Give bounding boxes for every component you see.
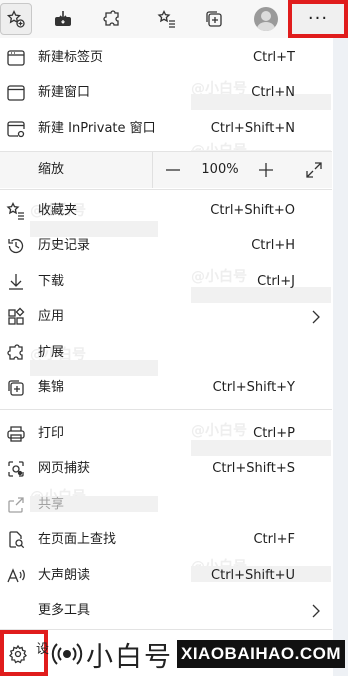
chevron-right-icon [309, 603, 323, 619]
menu-item-favorites[interactable]: 收藏夹 Ctrl+Shift+O [0, 193, 332, 229]
watermark-brand: 小白号 XIAOBAIHAO.COM [50, 632, 345, 676]
zoom-row: 缩放 100% [0, 152, 332, 188]
menu-item-more-tools[interactable]: 更多工具 [0, 593, 332, 629]
favorites-icon [6, 201, 26, 221]
settings-label: 设 [36, 642, 50, 657]
brand-name-en: XIAOBAIHAO.COM [177, 640, 345, 668]
more-options-button[interactable]: ··· [288, 0, 348, 38]
zoom-out-button[interactable] [163, 160, 183, 180]
collections-icon[interactable] [198, 3, 230, 35]
find-page-icon [6, 530, 26, 550]
menu-item-downloads[interactable]: 下载 Ctrl+J [0, 264, 332, 300]
zoom-separator [152, 152, 153, 188]
gear-icon [8, 644, 28, 664]
share-icon [6, 495, 26, 515]
history-icon [6, 236, 26, 256]
menu-item-new-tab[interactable]: 新建标签页 Ctrl+T [0, 40, 332, 76]
menu-divider [0, 189, 332, 190]
collections-icon [6, 378, 26, 398]
inprivate-icon [6, 119, 26, 139]
read-aloud-icon [6, 566, 26, 586]
menu-divider [0, 409, 332, 410]
download-arrow-icon [6, 272, 26, 292]
zoom-level: 100% [201, 162, 239, 177]
menu-item-history[interactable]: 历史记录 Ctrl+H [0, 228, 332, 264]
apps-icon [6, 307, 26, 327]
broadcast-icon [50, 637, 84, 671]
menu-item-collections[interactable]: 集锦 Ctrl+Shift+Y [0, 370, 332, 406]
menu-item-web-capture[interactable]: 网页捕获 Ctrl+Shift+S [0, 451, 332, 487]
menu-item-apps[interactable]: 应用 [0, 299, 332, 335]
favorites-star-icon[interactable] [0, 3, 32, 35]
brand-name-cn: 小白号 [86, 641, 173, 673]
menu-item-new-inprivate[interactable]: 新建 InPrivate 窗口 Ctrl+Shift+N [0, 111, 332, 147]
menu-item-new-window[interactable]: 新建窗口 Ctrl+N [0, 75, 332, 111]
menu-item-read-aloud[interactable]: 大声朗读 Ctrl+Shift+U [0, 558, 332, 594]
zoom-label: 缩放 [38, 162, 65, 177]
favorites-list-icon[interactable] [151, 3, 183, 35]
menu-item-print[interactable]: 打印 Ctrl+P [0, 416, 332, 452]
new-window-icon [6, 83, 26, 103]
page-background-strip [333, 38, 348, 676]
new-tab-icon [6, 48, 26, 68]
print-icon [6, 424, 26, 444]
menu-item-share[interactable]: 共享 [0, 487, 332, 523]
web-capture-icon [6, 459, 26, 479]
menu-item-extensions[interactable]: 扩展 [0, 335, 332, 371]
menu-divider [0, 629, 332, 630]
zoom-in-button[interactable] [256, 160, 276, 180]
extensions-icon[interactable] [96, 3, 128, 35]
fullscreen-icon[interactable] [304, 160, 324, 180]
menu-item-find-on-page[interactable]: 在页面上查找 Ctrl+F [0, 522, 332, 558]
download-icon[interactable] [47, 3, 79, 35]
browser-toolbar: ··· [0, 0, 348, 38]
profile-avatar[interactable] [254, 7, 278, 31]
chevron-right-icon [309, 309, 323, 325]
extensions-icon [6, 343, 26, 363]
